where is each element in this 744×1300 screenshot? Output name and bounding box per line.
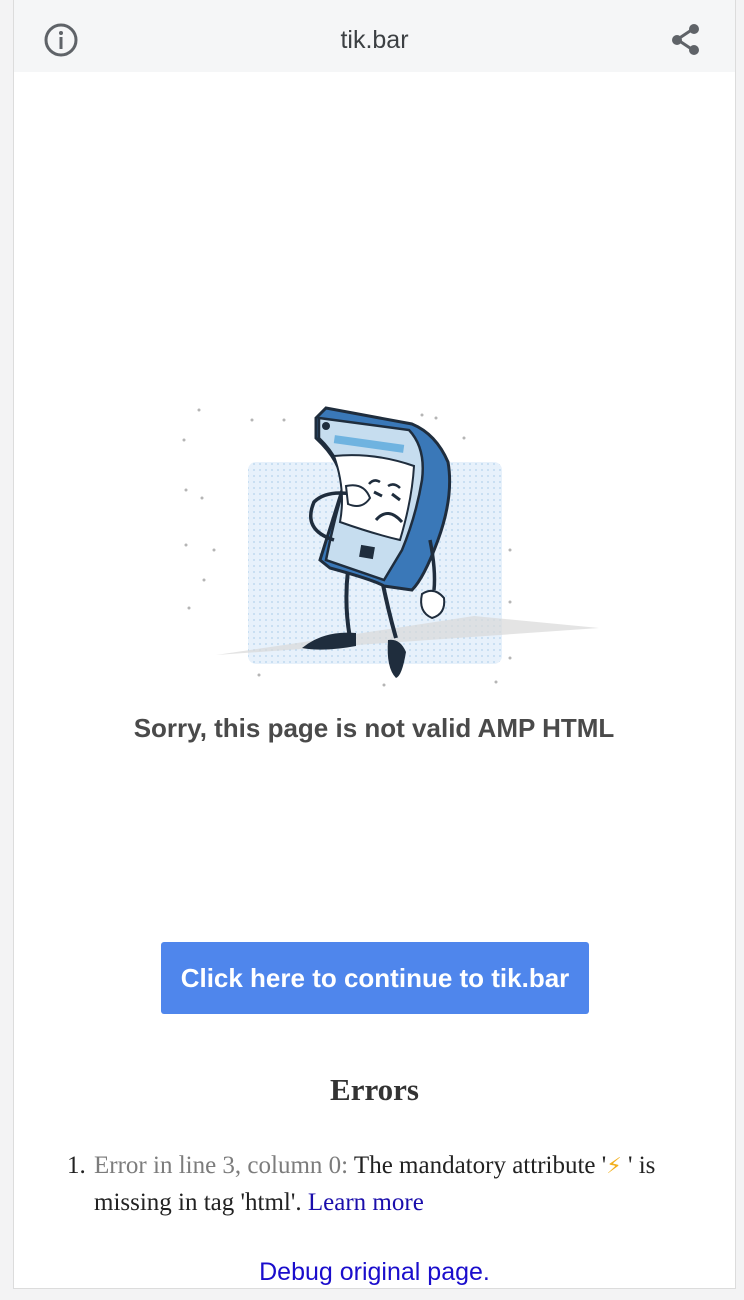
error-location: Error in line 3, column 0: — [94, 1152, 349, 1179]
lightning-bolt-icon: ⚡ — [606, 1154, 622, 1179]
share-button[interactable] — [666, 20, 706, 60]
continue-button[interactable]: Click here to continue to tik.bar — [161, 942, 589, 1014]
debug-original-page-link[interactable]: Debug original page. — [14, 1256, 735, 1288]
site-title: tik.bar — [340, 26, 409, 54]
error-text: Error in line 3, column 0: The mandatory… — [94, 1148, 726, 1221]
top-bar: tik.bar — [14, 0, 735, 72]
learn-more-link[interactable]: Learn more — [308, 1189, 424, 1216]
error-message-start: The mandatory attribute ' — [348, 1152, 607, 1179]
errors-heading: Errors — [330, 1072, 419, 1107]
amp-error-page: tik.bar Sorry, this page is not valid AM… — [13, 0, 736, 1289]
sad-phone-illustration — [174, 390, 614, 700]
error-headline: Sorry, this page is not valid AMP HTML — [133, 713, 615, 743]
share-icon — [672, 24, 699, 55]
error-number: 1. — [67, 1152, 86, 1179]
